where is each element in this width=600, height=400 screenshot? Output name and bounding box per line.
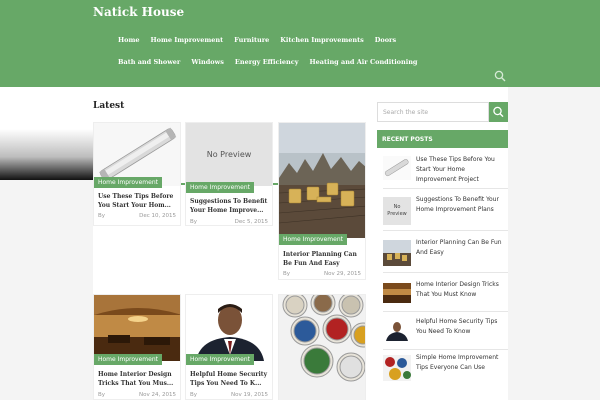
- post-card[interactable]: Home Improvement Interior Planning Can B…: [278, 122, 366, 280]
- nav-item-bath-and-shower[interactable]: Bath and Shower: [118, 51, 180, 73]
- post-meta: By Nov 19, 2015: [190, 392, 268, 398]
- search-icon[interactable]: [494, 70, 506, 82]
- left-decoration: [0, 87, 93, 180]
- nav-item-doors[interactable]: Doors: [375, 29, 396, 51]
- post-date: Dec 5, 2015: [234, 219, 268, 225]
- nav-item-home[interactable]: Home: [118, 29, 140, 51]
- deck-thumbnail[interactable]: [383, 240, 411, 266]
- recent-post-item[interactable]: Use These Tips Before You Start Your Hom…: [377, 154, 508, 186]
- recent-post-item[interactable]: Helpful Home Security Tips You Need To K…: [377, 316, 508, 346]
- post-date: Nov 24, 2015: [139, 392, 176, 398]
- latest-heading: Latest: [93, 101, 125, 111]
- category-badge[interactable]: Home Improvement: [94, 177, 162, 188]
- nav-item-kitchen-improvements[interactable]: Kitchen Improvements: [280, 29, 363, 51]
- recent-post-item[interactable]: Interior Planning Can Be Fun And Easy: [377, 236, 508, 266]
- post-title[interactable]: Interior Planning Can Be Fun And Easy: [283, 250, 365, 268]
- separator: [383, 272, 508, 273]
- nav-item-home-improvement[interactable]: Home Improvement: [151, 29, 224, 51]
- post-author: By: [190, 392, 198, 398]
- deck-thumbnail[interactable]: [279, 123, 365, 238]
- post-title[interactable]: Helpful Home Security Tips You Need To K…: [190, 370, 272, 388]
- nav-item-heating-and-air-conditioning[interactable]: Heating and Air Conditioning: [310, 51, 418, 73]
- post-author: By: [190, 219, 198, 225]
- recent-post-item[interactable]: Home Interior Design Tricks That You Mus…: [377, 278, 508, 308]
- no-preview-label: No Preview: [206, 150, 252, 159]
- post-meta: By Nov 24, 2015: [98, 392, 176, 398]
- category-badge[interactable]: Home Improvement: [279, 234, 347, 245]
- post-meta: By Dec 10, 2015: [98, 213, 176, 219]
- post-card[interactable]: Home Improvement Use These Tips Before Y…: [93, 122, 181, 226]
- category-badge[interactable]: Home Improvement: [186, 182, 254, 193]
- post-card[interactable]: Home Improvement Helpful Home Security T…: [185, 294, 273, 400]
- post-meta: By Nov 29, 2015: [283, 271, 361, 277]
- separator: [383, 188, 508, 189]
- post-author: By: [98, 392, 106, 398]
- post-author: By: [283, 271, 291, 277]
- recent-post-title[interactable]: Simple Home Improvement Tips Everyone Ca…: [416, 353, 506, 373]
- post-meta: By Dec 5, 2015: [190, 219, 268, 225]
- recent-posts-heading: RECENT POSTS: [377, 130, 508, 148]
- nav-item-windows[interactable]: Windows: [191, 51, 224, 73]
- post-date: Nov 19, 2015: [231, 392, 268, 398]
- recent-post-item[interactable]: No Preview Suggestions To Benefit Your H…: [377, 194, 508, 226]
- post-title[interactable]: Home Interior Design Tricks That You Mus…: [98, 370, 180, 388]
- post-title[interactable]: Use These Tips Before You Start Your Hom…: [98, 192, 180, 210]
- no-preview-thumbnail[interactable]: No Preview: [186, 123, 272, 186]
- separator: [383, 349, 508, 350]
- recent-post-title[interactable]: Helpful Home Security Tips You Need To K…: [416, 317, 506, 337]
- post-date: Dec 10, 2015: [139, 213, 176, 219]
- main-nav: Home Home Improvement Furniture Kitchen Imp…: [118, 29, 463, 73]
- site-header: Natick House Home Home Improvement Furnitu…: [0, 0, 600, 87]
- portrait-thumbnail[interactable]: [186, 295, 272, 361]
- search-icon: [493, 106, 504, 118]
- nav-item-energy-efficiency[interactable]: Energy Efficiency: [235, 51, 299, 73]
- post-card[interactable]: [278, 294, 366, 400]
- category-badge[interactable]: Home Improvement: [94, 354, 162, 365]
- recent-post-item[interactable]: Simple Home Improvement Tips Everyone Ca…: [377, 353, 508, 383]
- separator: [383, 230, 508, 231]
- nav-item-furniture[interactable]: Furniture: [234, 29, 269, 51]
- recent-post-title[interactable]: Home Interior Design Tricks That You Mus…: [416, 280, 506, 300]
- interior-thumbnail[interactable]: [383, 283, 411, 303]
- paint-cans-thumbnail[interactable]: [279, 295, 365, 400]
- interior-thumbnail[interactable]: [94, 295, 180, 361]
- post-card[interactable]: Home Improvement Home Interior Design Tr…: [93, 294, 181, 400]
- post-author: By: [98, 213, 106, 219]
- post-title[interactable]: Suggestions To Benefit Your Home Improve…: [190, 197, 272, 215]
- recent-post-title[interactable]: Interior Planning Can Be Fun And Easy: [416, 238, 506, 258]
- recent-post-title[interactable]: Use These Tips Before You Start Your Hom…: [416, 155, 506, 185]
- search-button[interactable]: [489, 102, 508, 122]
- search-input[interactable]: Search the site: [377, 102, 489, 122]
- post-date: Nov 29, 2015: [324, 271, 361, 277]
- paint-cans-thumbnail[interactable]: [383, 355, 411, 381]
- recent-post-title[interactable]: Suggestions To Benefit Your Home Improve…: [416, 195, 506, 215]
- post-card[interactable]: No Preview Home Improvement Suggestions …: [185, 122, 273, 226]
- no-preview-thumbnail[interactable]: No Preview: [383, 197, 411, 225]
- no-preview-label: No Preview: [387, 204, 407, 217]
- site-title[interactable]: Natick House: [93, 5, 184, 19]
- separator: [383, 311, 508, 312]
- lamp-thumbnail[interactable]: [383, 156, 411, 180]
- category-badge[interactable]: Home Improvement: [186, 354, 254, 365]
- portrait-thumbnail[interactable]: [383, 319, 411, 341]
